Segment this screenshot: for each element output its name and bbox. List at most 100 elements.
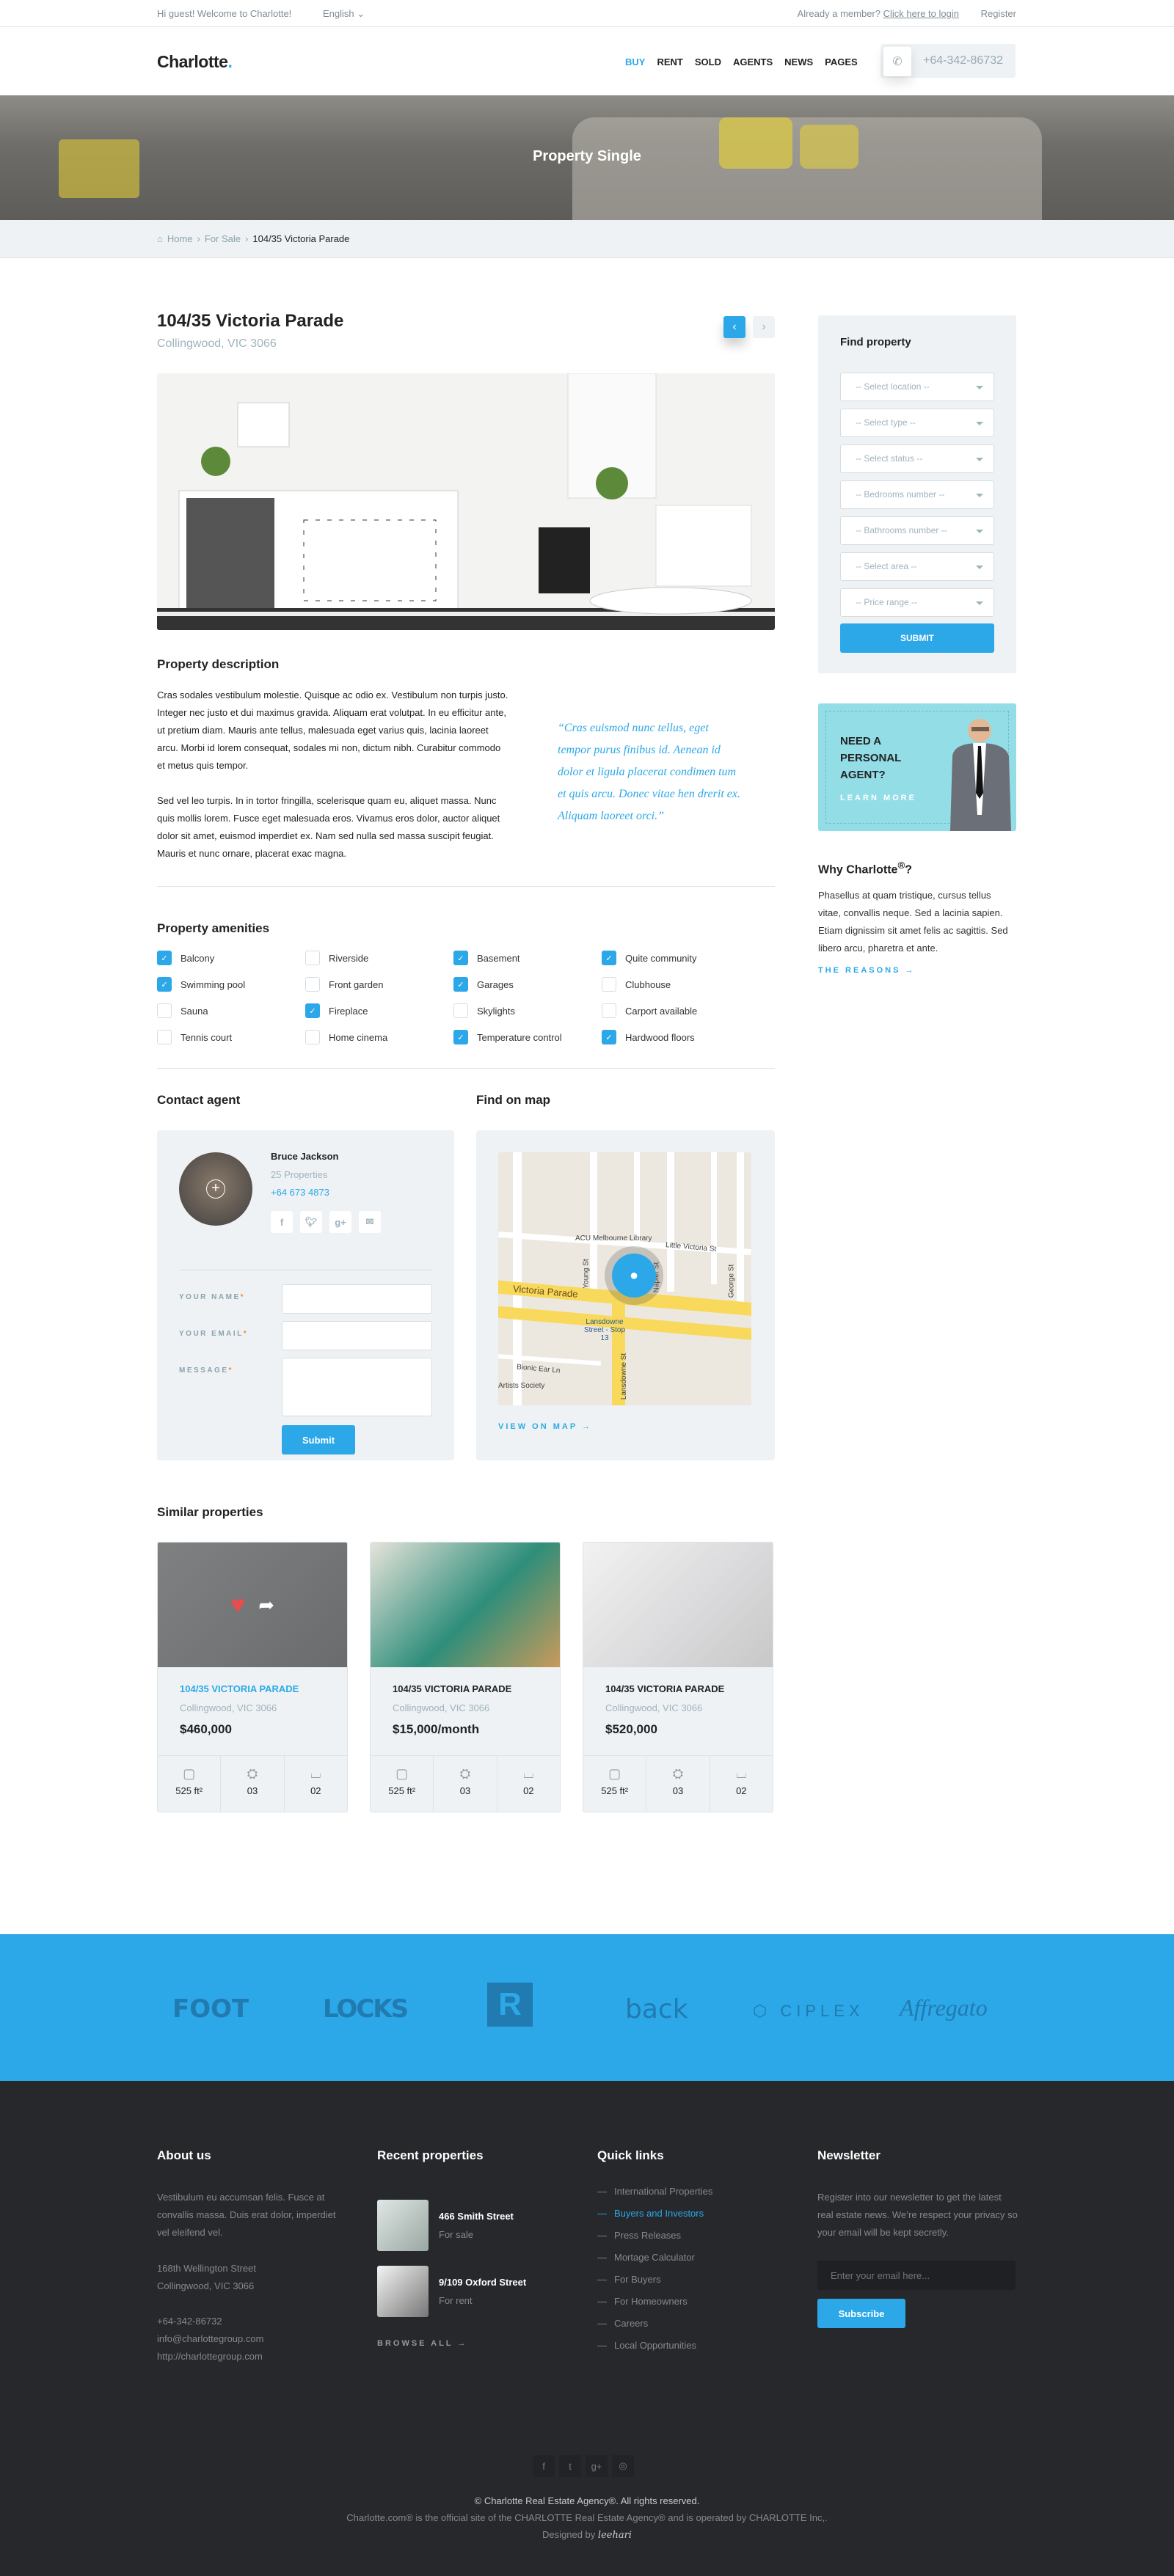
location-pin-icon[interactable]: ● — [612, 1254, 656, 1298]
partner-logo-foot[interactable]: FOOT — [172, 1994, 249, 2024]
nav-rent[interactable]: RENT — [657, 56, 682, 67]
instagram-icon[interactable]: ◎ — [612, 2455, 634, 2477]
property-card[interactable]: 104/35 VICTORIA PARADE Collingwood, VIC … — [370, 1542, 561, 1812]
quick-link[interactable]: International Properties — [597, 2186, 712, 2208]
breadcrumb-home[interactable]: Home — [167, 233, 193, 244]
property-card-image[interactable] — [371, 1543, 560, 1667]
property-card[interactable]: 104/35 VICTORIA PARADE Collingwood, VIC … — [583, 1542, 773, 1812]
name-field[interactable] — [282, 1284, 432, 1314]
property-card-title[interactable]: 104/35 VICTORIA PARADE — [393, 1683, 511, 1694]
amenity-checkbox[interactable]: ✓ — [453, 1030, 468, 1044]
breadcrumb-for-sale[interactable]: For Sale — [205, 233, 241, 244]
find-select[interactable]: -- Select area -- — [840, 552, 994, 581]
twitter-icon[interactable]: 🐦︎ — [300, 1211, 322, 1233]
nav-sold[interactable]: SOLD — [695, 56, 721, 67]
amenity-checkbox[interactable]: ✓ — [157, 951, 172, 965]
amenity-checkbox[interactable]: ✓ — [305, 1003, 320, 1018]
quick-link[interactable]: Press Releases — [597, 2230, 712, 2252]
agent-avatar[interactable]: + — [179, 1152, 252, 1226]
amenity-label: Fireplace — [329, 1005, 368, 1017]
partner-logo-r[interactable]: R — [487, 1983, 533, 2027]
amenity-checkbox[interactable] — [453, 1003, 468, 1018]
amenity-checkbox[interactable]: ✓ — [157, 977, 172, 992]
view-on-map-link[interactable]: VIEW ON MAP → — [498, 1422, 592, 1431]
amenity-checkbox[interactable] — [602, 1003, 616, 1018]
amenity-checkbox[interactable] — [157, 1030, 172, 1044]
property-card-image[interactable] — [583, 1543, 773, 1667]
amenity-checkbox[interactable]: ✓ — [453, 977, 468, 992]
footer-phone[interactable]: +64-342-86732 — [157, 2313, 222, 2330]
phone-box[interactable]: ✆ +64-342-86732 — [880, 44, 1016, 78]
map-view[interactable]: ACU Melbourne Library Little Victoria St… — [498, 1152, 751, 1405]
nav-news[interactable]: NEWS — [784, 56, 813, 67]
amenity-checkbox[interactable]: ✓ — [602, 1030, 616, 1044]
browse-all-link[interactable]: BROWSE ALL → — [377, 2335, 467, 2352]
nav-pages[interactable]: PAGES — [825, 56, 858, 67]
nav-agents[interactable]: AGENTS — [733, 56, 773, 67]
property-card-stats: ▢ 525 ft² ⛭ 03 ⌴ 02 — [158, 1755, 347, 1812]
quick-link[interactable]: For Buyers — [597, 2274, 712, 2296]
facebook-icon[interactable]: f — [271, 1211, 293, 1233]
contact-submit-button[interactable]: Submit — [282, 1425, 355, 1455]
find-select[interactable]: -- Select type -- — [840, 409, 994, 437]
next-property-button[interactable]: › — [753, 316, 775, 338]
login-link[interactable]: Click here to login — [883, 8, 959, 19]
agent-properties[interactable]: 25 Properties — [271, 1169, 327, 1180]
partner-logo-ciplex[interactable]: ⬡ CIPLEX — [753, 2002, 864, 2021]
message-field[interactable] — [282, 1358, 432, 1416]
language-select[interactable]: English ⌄ — [323, 8, 365, 20]
google-plus-icon[interactable]: g+ — [586, 2455, 608, 2477]
email-field[interactable] — [282, 1321, 432, 1350]
property-main-image[interactable] — [157, 373, 775, 630]
designer-name[interactable]: leehari — [598, 2530, 632, 2541]
agent-phone[interactable]: +64 673 4873 — [271, 1187, 329, 1198]
find-select[interactable]: -- Select location -- — [840, 373, 994, 401]
footer-website[interactable]: http://charlottegroup.com — [157, 2348, 263, 2365]
partner-logo-back[interactable]: back — [625, 1994, 688, 2024]
find-select[interactable]: -- Price range -- — [840, 588, 994, 617]
property-card-image[interactable]: ♥ ➦ — [158, 1543, 347, 1667]
recent-property[interactable]: 466 Smith Street For sale — [377, 2200, 514, 2251]
quick-link[interactable]: For Homeowners — [597, 2296, 712, 2318]
nav-buy[interactable]: BUY — [625, 56, 645, 67]
find-select[interactable]: -- Bedrooms number -- — [840, 480, 994, 509]
prev-property-button[interactable]: ‹ — [723, 316, 745, 338]
similar-heading: Similar properties — [157, 1505, 263, 1519]
property-card-title[interactable]: 104/35 VICTORIA PARADE — [605, 1683, 724, 1694]
find-select[interactable]: -- Select status -- — [840, 444, 994, 473]
property-card[interactable]: ♥ ➦ 104/35 VICTORIA PARADE Collingwood, V… — [157, 1542, 348, 1812]
amenity-checkbox[interactable] — [305, 951, 320, 965]
subscribe-button[interactable]: Subscribe — [817, 2299, 905, 2328]
facebook-icon[interactable]: f — [533, 2455, 555, 2477]
amenity-checkbox[interactable]: ✓ — [453, 951, 468, 965]
amenity-item: ✓ Quite community — [602, 951, 750, 965]
find-select[interactable]: -- Bathrooms number -- — [840, 516, 994, 545]
amenity-checkbox[interactable] — [602, 977, 616, 992]
footer-email[interactable]: info@charlottegroup.com — [157, 2330, 263, 2348]
amenity-checkbox[interactable] — [305, 1030, 320, 1044]
twitter-icon[interactable]: t — [559, 2455, 581, 2477]
amenity-checkbox[interactable] — [305, 977, 320, 992]
amenity-checkbox[interactable]: ✓ — [602, 951, 616, 965]
personal-agent-banner[interactable]: NEED A PERSONAL AGENT? LEARN MORE — [818, 703, 1016, 831]
amenity-checkbox[interactable] — [157, 1003, 172, 1018]
partner-logo-affregato[interactable]: Affregato — [900, 1994, 988, 2021]
register-link[interactable]: Register — [981, 8, 1016, 19]
the-reasons-link[interactable]: THE REASONS → — [818, 966, 1016, 975]
google-plus-icon[interactable]: g+ — [329, 1211, 351, 1233]
quick-link[interactable]: Careers — [597, 2318, 712, 2340]
recent-property[interactable]: 9/109 Oxford Street For rent — [377, 2266, 526, 2317]
logo[interactable]: Charlotte. — [157, 52, 233, 72]
newsletter-email-input[interactable] — [817, 2261, 1016, 2290]
find-submit-button[interactable]: SUBMIT — [840, 623, 994, 653]
property-card-title[interactable]: 104/35 VICTORIA PARADE — [180, 1683, 299, 1694]
quick-link[interactable]: Mortage Calculator — [597, 2252, 712, 2274]
partner-logo-locks[interactable]: LOCKS — [323, 1994, 409, 2024]
email-icon[interactable]: ✉ — [359, 1211, 381, 1233]
heart-icon[interactable]: ♥ — [230, 1591, 245, 1620]
share-icon[interactable]: ➦ — [258, 1594, 274, 1617]
area-stat: ▢ 525 ft² — [371, 1756, 434, 1812]
quick-link[interactable]: Local Opportunities — [597, 2340, 712, 2362]
quick-link[interactable]: Buyers and Investors — [597, 2208, 712, 2230]
learn-more-link[interactable]: LEARN MORE — [840, 794, 916, 802]
